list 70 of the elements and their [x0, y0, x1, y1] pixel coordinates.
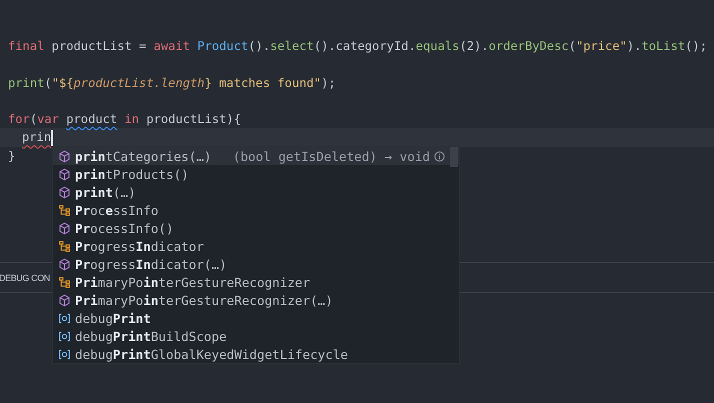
- class-structure-icon: [58, 204, 71, 216]
- suggestion-label: PrimaryPointerGestureRecognizer: [75, 274, 310, 290]
- code-token: (: [44, 74, 52, 92]
- suggestion-label: print(…): [75, 184, 136, 200]
- suggestion-item[interactable]: printCategories(…) (bool getIsDeleted) → void: [53, 147, 459, 165]
- suggestion-item[interactable]: PrimaryPointerGestureRecognizer(…): [53, 291, 459, 309]
- suggestion-label: PrimaryPointerGestureRecognizer(…): [75, 292, 333, 308]
- variable-icon: [58, 348, 71, 360]
- cube-icon: [58, 150, 71, 162]
- code-token: ).: [626, 38, 642, 55]
- code-token: product: [66, 111, 118, 128]
- suggestion-item[interactable]: ProcessInfo: [53, 201, 459, 219]
- suggestion-label: debugPrintBuildScope: [75, 328, 227, 344]
- code-token: );: [321, 74, 336, 92]
- code-token: "${: [52, 74, 74, 92]
- code-token: equals: [416, 38, 460, 55]
- suggestion-label: ProgressIndicator(…): [75, 256, 227, 272]
- code-token: var: [37, 111, 60, 128]
- suggestion-item[interactable]: debugPrintGlobalKeyedWidgetLifecycle: [53, 345, 459, 363]
- class-structure-icon: [58, 276, 71, 288]
- code-token: print: [8, 74, 44, 92]
- panel-tab[interactable]: DEBUG CON: [0, 272, 50, 282]
- cube-icon: [58, 294, 71, 306]
- code-token: productList =: [50, 38, 148, 55]
- code-token: await: [154, 38, 190, 55]
- suggestion-item[interactable]: debugPrintBuildScope: [53, 327, 459, 345]
- suggestion-label: debugPrint: [75, 310, 151, 326]
- code-token: in: [123, 111, 140, 128]
- code-token: select: [270, 38, 314, 55]
- suggestion-label: debugPrintGlobalKeyedWidgetLifecycle: [75, 346, 348, 362]
- code-token: } matches found": [204, 74, 322, 92]
- variable-icon: [58, 312, 71, 324]
- code-token: for: [8, 111, 30, 128]
- suggestion-label: ProcessInfo(): [75, 220, 174, 236]
- code-token: toList: [641, 38, 686, 55]
- suggestion-label: printCategories(…): [75, 148, 212, 164]
- code-token: ().: [248, 38, 270, 55]
- code-token: productList){: [145, 111, 241, 128]
- suggestion-item[interactable]: PrimaryPointerGestureRecognizer: [53, 273, 459, 291]
- suggestion-label: ProgressIndicator: [75, 238, 204, 254]
- code-token: (2).: [459, 38, 489, 55]
- cube-icon: [58, 222, 71, 234]
- suggestion-item[interactable]: ProcessInfo(): [53, 219, 459, 237]
- cube-icon: [58, 258, 71, 270]
- code-token: ().categoryId.: [314, 38, 416, 55]
- suggestion-label: ProcessInfo: [75, 202, 158, 218]
- code-token: }: [8, 148, 16, 165]
- suggestion-detail: (bool getIsDeleted) → void: [232, 148, 430, 164]
- code-token: final: [8, 38, 44, 55]
- scrollbar-thumb[interactable]: [450, 147, 458, 167]
- class-structure-icon: [58, 240, 71, 252]
- code-token: prin: [22, 129, 52, 146]
- text-cursor: [51, 130, 53, 146]
- code-token: ();: [685, 38, 707, 55]
- code-token: (: [568, 38, 576, 55]
- cube-icon: [58, 186, 71, 198]
- info-icon[interactable]: [434, 150, 445, 162]
- code-token: orderByDesc: [488, 38, 569, 55]
- code-token: productList.length: [74, 74, 205, 92]
- suggestion-item[interactable]: ProgressIndicator(…): [53, 255, 459, 273]
- suggestion-item[interactable]: printProducts(): [53, 165, 459, 183]
- code-token: Product: [196, 38, 248, 55]
- variable-icon: [58, 330, 71, 342]
- suggestion-item[interactable]: print(…): [53, 183, 459, 201]
- code-token: "price": [576, 38, 627, 55]
- code-token: (: [30, 111, 38, 128]
- suggestion-item[interactable]: debugPrint: [53, 309, 459, 327]
- cube-icon: [58, 168, 71, 180]
- suggestion-label: printProducts(): [75, 166, 189, 182]
- suggestion-item[interactable]: ProgressIndicator: [53, 237, 459, 255]
